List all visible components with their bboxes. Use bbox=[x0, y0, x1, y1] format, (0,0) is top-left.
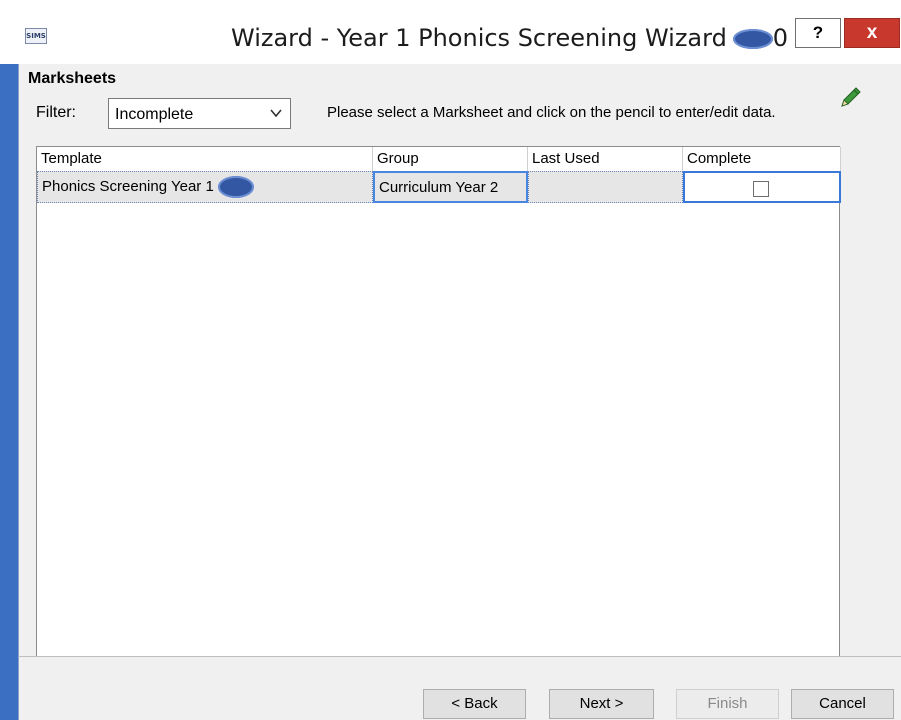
cell-last-used[interactable] bbox=[528, 171, 683, 203]
marksheet-grid[interactable]: Template Group Last Used Complete Phonic… bbox=[36, 146, 841, 668]
complete-checkbox[interactable] bbox=[753, 181, 769, 197]
filter-label: Filter: bbox=[36, 104, 76, 121]
cell-template[interactable]: Phonics Screening Year 1 bbox=[37, 171, 373, 203]
wizard-window: SIMS Wizard - Year 1 Phonics Screening W… bbox=[0, 0, 901, 720]
instructions-text: Please select a Marksheet and click on t… bbox=[327, 104, 776, 121]
close-button[interactable]: x bbox=[844, 18, 900, 48]
help-button[interactable]: ? bbox=[795, 18, 841, 48]
redaction-mark bbox=[217, 176, 254, 199]
back-button[interactable]: < Back bbox=[423, 689, 526, 719]
filter-selected-value: Incomplete bbox=[115, 106, 194, 123]
window-title: Wizard - Year 1 Phonics Screening Wizard… bbox=[231, 24, 788, 52]
title-bar: SIMS Wizard - Year 1 Phonics Screening W… bbox=[0, 0, 901, 64]
finish-button[interactable]: Finish bbox=[676, 689, 779, 719]
chevron-down-icon bbox=[270, 105, 282, 121]
pencil-icon[interactable] bbox=[838, 86, 862, 110]
window-title-text: Wizard - Year 1 Phonics Screening Wizard bbox=[231, 24, 727, 52]
section-title: Marksheets bbox=[28, 70, 117, 87]
column-header-complete[interactable]: Complete bbox=[683, 147, 841, 171]
wizard-content: Marksheets Filter: Incomplete Please sel… bbox=[18, 64, 901, 668]
next-button[interactable]: Next > bbox=[549, 689, 654, 719]
cell-group[interactable]: Curriculum Year 2 bbox=[373, 171, 528, 203]
table-row[interactable]: Phonics Screening Year 1 Curriculum Year… bbox=[37, 171, 841, 203]
wizard-footer: < Back Next > Finish Cancel bbox=[18, 656, 901, 720]
redaction-mark bbox=[732, 29, 773, 49]
window-title-suffix: 0 bbox=[772, 24, 789, 52]
grid-header: Template Group Last Used Complete bbox=[37, 147, 841, 171]
window-frame-left bbox=[0, 64, 18, 720]
sims-app-icon: SIMS bbox=[25, 28, 47, 44]
column-header-last-used[interactable]: Last Used bbox=[528, 147, 683, 171]
template-name: Phonics Screening Year 1 bbox=[42, 178, 214, 195]
column-header-group[interactable]: Group bbox=[373, 147, 528, 171]
cell-complete[interactable] bbox=[683, 171, 841, 203]
filter-dropdown[interactable]: Incomplete bbox=[108, 98, 291, 129]
column-header-template[interactable]: Template bbox=[37, 147, 373, 171]
cancel-button[interactable]: Cancel bbox=[791, 689, 894, 719]
